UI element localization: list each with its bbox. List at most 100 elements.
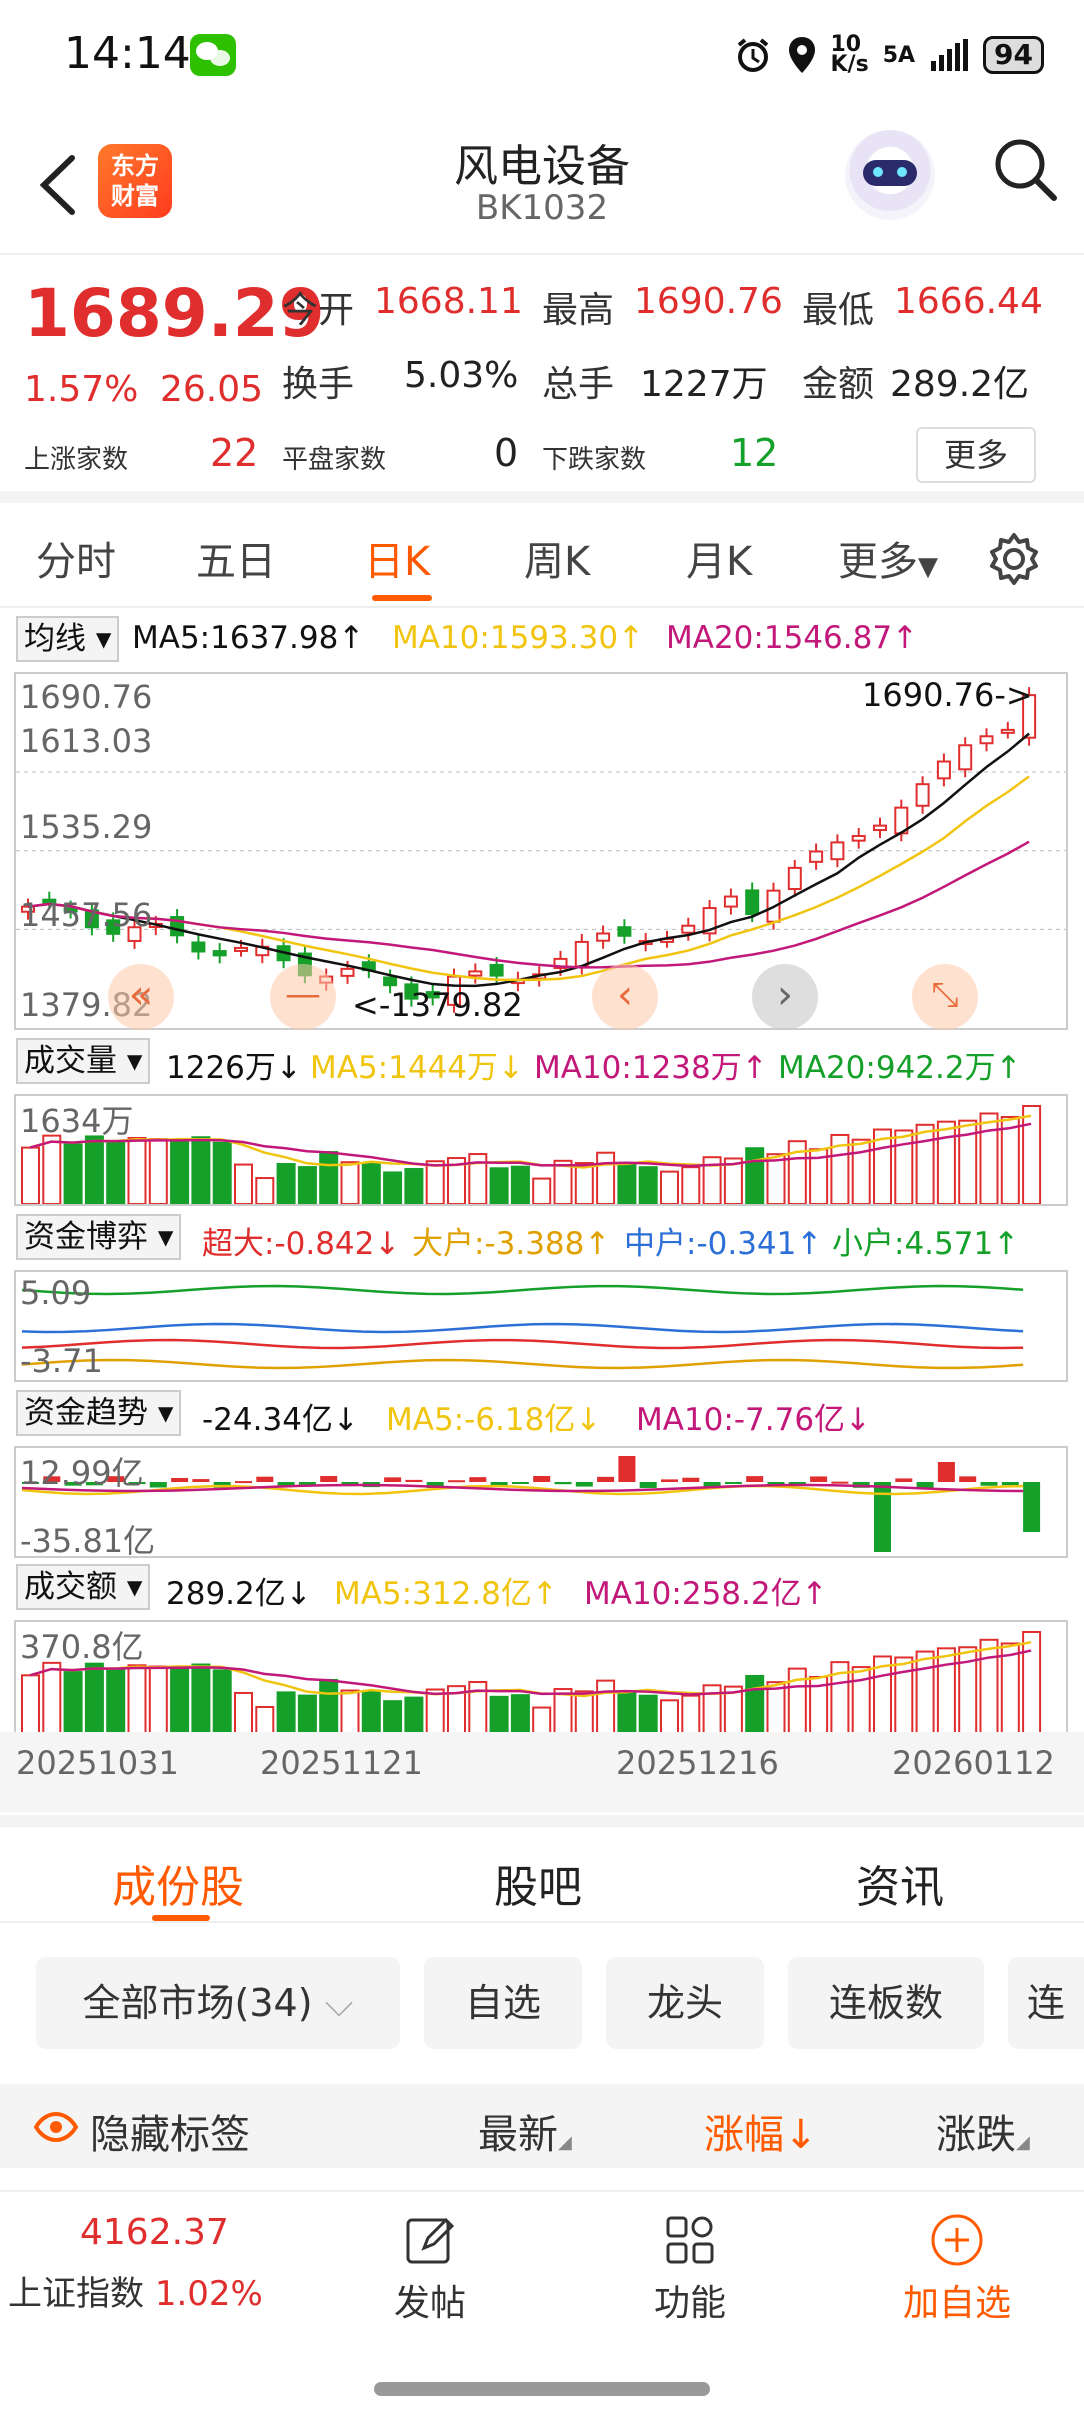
amount-panel: 370.8亿 (14, 1620, 1068, 1734)
filter-more-cut[interactable]: 连 (1008, 1957, 1084, 2049)
tab-weekly-k[interactable]: 周K (524, 529, 590, 587)
gear-icon[interactable] (986, 531, 1042, 587)
tab-more-label: 更多 (838, 539, 918, 585)
tab-intraday[interactable]: 分时 (36, 529, 116, 587)
volume-bar (319, 1678, 339, 1734)
flat-count: 0 (494, 431, 519, 475)
date-label-4: 20260112 (892, 1744, 1055, 1782)
fund-trend-bar (149, 1482, 167, 1488)
tab-more[interactable]: 更多▼ (838, 529, 938, 587)
content-tabs: 成份股 股吧 资讯 (0, 1815, 1084, 1923)
index-name[interactable]: 上证指数 1.02% (8, 2266, 263, 2315)
scroll-left-button[interactable]: « (108, 964, 174, 1030)
volume-bar (127, 1136, 147, 1204)
y-label-high: 1690.76 (20, 678, 153, 716)
low-value: 1666.44 (894, 281, 1043, 322)
volume-bar (361, 1690, 381, 1734)
fund-trend-ma10: MA10:-7.76亿↓ (636, 1402, 872, 1438)
post-button[interactable]: 发帖 (370, 2212, 490, 2326)
large-flow: 大户:-3.388↑ (412, 1226, 611, 1262)
date-label-3: 20251216 (616, 1744, 779, 1782)
assistant-robot-icon[interactable] (845, 130, 935, 220)
volume-bar (42, 1134, 62, 1204)
app-header: 东方 财富 风电设备 BK1032 (0, 110, 1084, 255)
tab-forum[interactable]: 股吧 (494, 1851, 582, 1915)
tab-constituents[interactable]: 成份股 (112, 1851, 244, 1915)
fund-trend-selector[interactable]: 资金趋势 ▾ (16, 1390, 182, 1436)
volume-bar (42, 1661, 62, 1734)
filter-leaders[interactable]: 龙头 (606, 1957, 764, 2049)
fund-trend-ma5: MA5:-6.18亿↓ (386, 1402, 602, 1438)
candle (809, 850, 824, 863)
fullscreen-button[interactable]: ⤡ (912, 964, 978, 1030)
volume-bar (638, 1166, 658, 1204)
candle (958, 744, 973, 771)
amount-selector[interactable]: 成交额 ▾ (16, 1564, 151, 1610)
plus-circle-icon (931, 2214, 983, 2266)
tab-monthly-k[interactable]: 月K (686, 529, 752, 587)
sort-percent[interactable]: 涨幅↓ (704, 2102, 818, 2160)
market-filter-dropdown[interactable]: 全部市场(34) ⌵ (36, 1957, 400, 2049)
ma-selector[interactable]: 均线 ▾ (16, 616, 120, 662)
volume-top-label: 1634万 (20, 1102, 134, 1140)
fund-trend-bar (171, 1477, 189, 1482)
volume-bar (936, 1120, 956, 1204)
tab-five-day[interactable]: 五日 (196, 529, 276, 587)
mid-flow: 中户:-0.341↑ (624, 1226, 823, 1262)
fund-trend-bar (682, 1477, 700, 1482)
volume-bar (170, 1666, 190, 1734)
fund-game-panel: 5.09 -3.71 (14, 1270, 1068, 1382)
volume-bar (681, 1166, 701, 1204)
kline-panel: 1690.76 1613.03 1535.29 1457.56 1379.82 … (14, 672, 1068, 1030)
volume-bar (489, 1167, 509, 1204)
search-icon[interactable] (990, 134, 1060, 204)
next-button[interactable]: › (752, 964, 818, 1030)
eye-icon[interactable] (34, 2112, 78, 2142)
active-content-tab-indicator (152, 1915, 210, 1921)
volume-bar (510, 1694, 530, 1734)
volume-bar (63, 1671, 83, 1734)
candle (574, 940, 589, 968)
prev-button[interactable]: ‹ (592, 964, 658, 1030)
fund-game-selector[interactable]: 资金博弈 ▾ (16, 1214, 182, 1260)
fund-trend-bar (469, 1477, 487, 1482)
filter-watchlist[interactable]: 自选 (424, 1957, 582, 2049)
volume-bar (1022, 1631, 1042, 1734)
volume-bar (851, 1138, 871, 1204)
functions-button[interactable]: 功能 (630, 2212, 750, 2326)
hide-tags-toggle[interactable]: 隐藏标签 (90, 2102, 250, 2160)
candle (489, 963, 504, 977)
date-label-1: 20251031 (16, 1744, 179, 1782)
add-watchlist-button[interactable]: 加自选 (892, 2212, 1022, 2326)
tab-daily-k[interactable]: 日K (364, 529, 430, 587)
zoom-out-button[interactable]: — (270, 964, 336, 1030)
volume-bar (106, 1140, 126, 1204)
status-bar: 14:14 10 K/s 5A 94 (0, 0, 1084, 110)
chevron-down-icon: ⌵ (324, 1981, 354, 2025)
filter-limit-up-streak[interactable]: 连板数 (788, 1957, 984, 2049)
volume-bar (361, 1162, 381, 1204)
fund-trend-bottom-label: -35.81亿 (20, 1522, 156, 1560)
fund-trend-bar (575, 1482, 593, 1487)
sort-change[interactable]: 涨跌◢ (936, 2102, 1030, 2160)
index-value[interactable]: 4162.37 (80, 2212, 229, 2253)
fund-trend-bar (895, 1478, 913, 1482)
volume-selector[interactable]: 成交量 ▾ (16, 1038, 151, 1084)
fund-game-top-label: 5.09 (20, 1274, 92, 1312)
volume-bar (212, 1669, 232, 1734)
amount-value: 289.2亿↓ (166, 1576, 312, 1612)
fund-line-0 (21, 1284, 1024, 1296)
volume-bar (21, 1146, 40, 1204)
volume-bar (234, 1691, 253, 1734)
ma5-line (27, 732, 1030, 988)
volume-chart (21, 1105, 1042, 1204)
volume-bar (660, 1170, 679, 1204)
fund-trend-bar (448, 1480, 465, 1483)
bottom-nav: 4162.37 上证指数 1.02% 发帖 功能 加自选 (0, 2190, 1084, 2412)
volume-bar (1000, 1642, 1020, 1734)
more-button[interactable]: 更多 (916, 427, 1036, 483)
sort-latest[interactable]: 最新◢ (478, 2102, 572, 2160)
super-large-flow: 超大:-0.842↓ (202, 1226, 401, 1262)
tab-news[interactable]: 资讯 (856, 1851, 944, 1915)
volume-bar (894, 1656, 914, 1734)
